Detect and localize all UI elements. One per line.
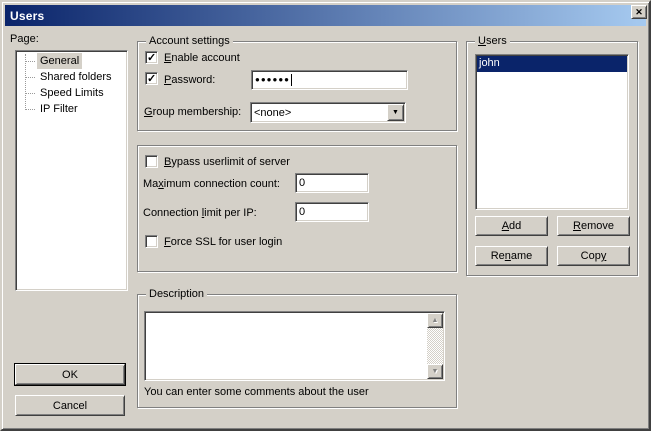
combobox-dropdown-button[interactable]: ▼ bbox=[387, 104, 404, 121]
enable-account-checkbox[interactable] bbox=[145, 51, 158, 64]
bypass-userlimit-checkbox[interactable] bbox=[145, 155, 158, 168]
chevron-down-icon: ▼ bbox=[392, 109, 399, 116]
description-textarea[interactable]: ▲ ▼ bbox=[144, 311, 445, 381]
scroll-up-button[interactable]: ▲ bbox=[427, 313, 443, 328]
tree-item-ip-filter[interactable]: IP Filter bbox=[16, 101, 127, 117]
description-scrollbar[interactable]: ▲ ▼ bbox=[427, 313, 443, 379]
connection-limit-per-ip-label: Connection limit per IP: bbox=[143, 207, 257, 219]
tree-item-label: Speed Limits bbox=[37, 85, 107, 101]
description-value bbox=[148, 314, 424, 378]
bypass-userlimit-label[interactable]: Bypass userlimit of server bbox=[164, 156, 290, 168]
password-checkbox[interactable] bbox=[145, 72, 158, 85]
title-bar[interactable]: Users bbox=[5, 5, 646, 26]
description-title: Description bbox=[146, 288, 207, 300]
group-membership-combobox[interactable]: <none> ▼ bbox=[250, 102, 406, 123]
remove-button[interactable]: Remove bbox=[557, 216, 630, 236]
description-hint: You can enter some comments about the us… bbox=[144, 386, 369, 398]
tree-item-shared-folders[interactable]: Shared folders bbox=[16, 69, 127, 85]
max-connection-count-label: Maximum connection count: bbox=[143, 178, 280, 190]
text-caret bbox=[291, 74, 292, 86]
group-membership-label: Group membership: bbox=[144, 106, 241, 118]
tree-item-general[interactable]: General bbox=[16, 53, 127, 69]
tree-item-label: General bbox=[37, 53, 82, 69]
scroll-down-button[interactable]: ▼ bbox=[427, 364, 443, 379]
force-ssl-checkbox[interactable] bbox=[145, 235, 158, 248]
window-title: Users bbox=[5, 9, 44, 23]
max-connection-count-value: 0 bbox=[299, 177, 305, 189]
password-value: ●●●●●● bbox=[255, 76, 290, 84]
close-icon: ✕ bbox=[635, 8, 643, 17]
page-label: Page: bbox=[10, 33, 39, 45]
ok-button[interactable]: OK bbox=[15, 364, 125, 385]
users-listbox[interactable]: john bbox=[475, 54, 629, 210]
max-connection-count-input[interactable]: 0 bbox=[295, 173, 369, 193]
page-tree[interactable]: General Shared folders Speed Limits IP F… bbox=[15, 50, 128, 291]
tree-item-label: Shared folders bbox=[37, 69, 115, 85]
user-list-item[interactable]: john bbox=[477, 56, 627, 72]
force-ssl-label[interactable]: Force SSL for user login bbox=[164, 236, 282, 248]
connection-limit-per-ip-value: 0 bbox=[299, 206, 305, 218]
arrow-down-icon: ▼ bbox=[432, 368, 439, 375]
tree-item-label: IP Filter bbox=[37, 101, 81, 117]
account-settings-title: Account settings bbox=[146, 35, 233, 47]
users-group-title: Users bbox=[475, 35, 510, 47]
rename-button[interactable]: Rename bbox=[475, 246, 548, 266]
users-dialog: Users ✕ Page: General Shared folders Spe… bbox=[0, 0, 651, 431]
password-input[interactable]: ●●●●●● bbox=[251, 70, 408, 90]
password-label[interactable]: Password: bbox=[164, 74, 215, 86]
connection-limit-per-ip-input[interactable]: 0 bbox=[295, 202, 369, 222]
add-button[interactable]: Add bbox=[475, 216, 548, 236]
copy-button[interactable]: Copy bbox=[557, 246, 630, 266]
group-membership-value: <none> bbox=[254, 107, 291, 119]
tree-item-speed-limits[interactable]: Speed Limits bbox=[16, 85, 127, 101]
arrow-up-icon: ▲ bbox=[432, 317, 439, 324]
enable-account-label[interactable]: Enable account bbox=[164, 52, 240, 64]
close-button[interactable]: ✕ bbox=[631, 5, 647, 19]
cancel-button[interactable]: Cancel bbox=[15, 395, 125, 416]
